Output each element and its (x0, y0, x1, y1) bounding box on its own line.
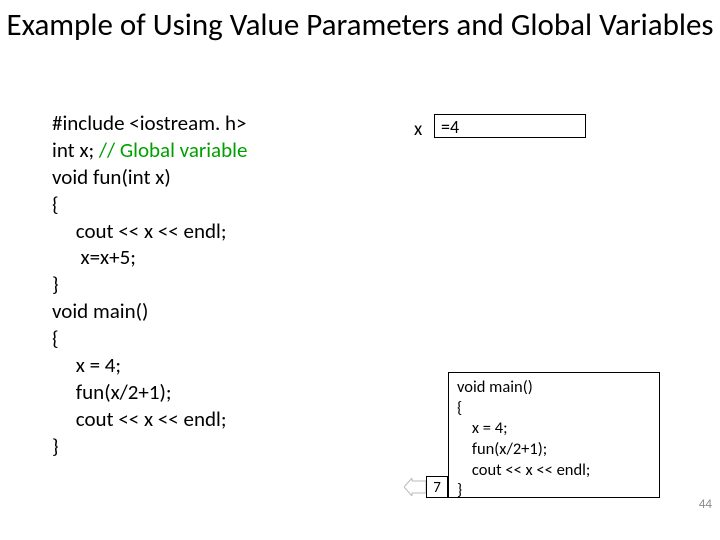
code-line: x=x+5; (52, 244, 136, 270)
code-line: fun(x/2+1); (52, 379, 172, 405)
trace-line: void main() (457, 377, 533, 397)
code-block-left: #include <iostream. h> int x; // Global … (52, 110, 247, 459)
page-number: 44 (699, 497, 712, 512)
main-trace-box: void main() { x = 4; fun(x/2+1); cout <<… (448, 372, 660, 498)
code-line: cout << x << endl; (52, 406, 226, 432)
slide: Example of Using Value Parameters and Gl… (0, 0, 720, 540)
code-line: int x; (52, 137, 99, 163)
arrow-icon (404, 478, 426, 496)
trace-line: cout << x << endl; (457, 460, 590, 480)
code-line: x = 4; (52, 352, 121, 378)
code-line: { (52, 191, 59, 217)
variable-x-label: x (414, 118, 422, 141)
variable-x-box: =4 (434, 114, 586, 138)
trace-line: } (457, 480, 462, 500)
code-line: { (52, 325, 59, 351)
trace-line: x = 4; (457, 418, 508, 438)
value-seven-box: 7 (426, 476, 448, 498)
code-line: cout << x << endl; (52, 218, 226, 244)
code-comment: // Global variable (99, 137, 248, 163)
trace-line: fun(x/2+1); (457, 439, 547, 459)
code-line: #include <iostream. h> (52, 110, 247, 136)
trace-line: { (457, 398, 462, 418)
code-line: } (52, 271, 59, 297)
code-line: void main() (52, 298, 148, 324)
code-line: void fun(int x) (52, 164, 171, 190)
slide-title: Example of Using Value Parameters and Gl… (0, 8, 720, 44)
code-line: } (52, 433, 59, 459)
